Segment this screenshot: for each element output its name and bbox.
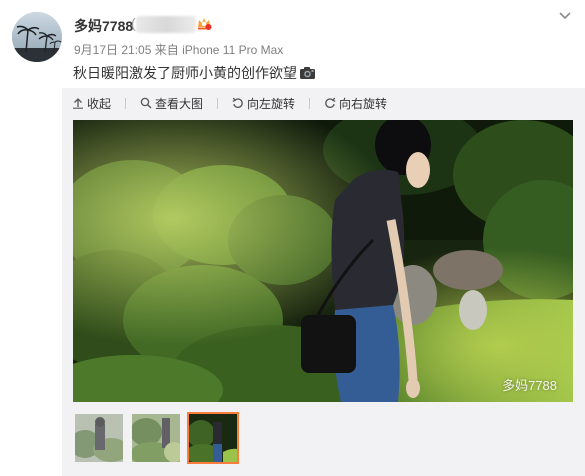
- chevron-down-icon[interactable]: [558, 11, 572, 21]
- rotate-right-label: 向右旋转: [339, 96, 388, 111]
- handle-paren: (: [131, 15, 136, 31]
- avatar[interactable]: [12, 12, 62, 62]
- blurred-handle: [136, 16, 196, 33]
- author-name[interactable]: 多妈7788: [74, 16, 133, 36]
- rotate-right-button[interactable]: 向右旋转: [324, 95, 387, 112]
- toolbar-divider: [309, 97, 311, 109]
- toolbar-divider: [217, 97, 219, 109]
- zoom-search-icon: [140, 97, 152, 109]
- vip-crown-icon[interactable]: [196, 15, 212, 31]
- collapse-button[interactable]: 收起: [72, 95, 111, 112]
- post-source-label: 来自: [154, 43, 179, 57]
- thumbnail-1[interactable]: [73, 412, 125, 464]
- media-panel: 收起 查看大图 向左旋转 向右旋转 多妈7788: [62, 88, 585, 476]
- rotate-right-icon: [325, 97, 336, 108]
- thumbnail-3-active[interactable]: [187, 412, 239, 464]
- post-text-content: 秋日暖阳激发了厨师小黄的创作欲望: [73, 65, 297, 81]
- collapse-up-icon: [73, 98, 83, 109]
- post-header: 多妈7788 ( 9月17日 21:05 来自 iPhone 11 Pro Ma…: [0, 0, 585, 90]
- thumbnail-strip: [73, 412, 244, 464]
- view-large-label: 查看大图: [155, 96, 204, 111]
- post-text: 秋日暖阳激发了厨师小黄的创作欲望: [73, 63, 316, 83]
- thumbnail-2[interactable]: [130, 412, 182, 464]
- camera-emoji-icon: [300, 67, 315, 79]
- rotate-left-label: 向左旋转: [247, 96, 296, 111]
- view-large-button[interactable]: 查看大图: [140, 95, 203, 112]
- thumbnail-image: [189, 414, 237, 462]
- thumbnail-image: [132, 414, 180, 462]
- toolbar-divider: [125, 97, 127, 109]
- thumbnail-image: [75, 414, 123, 462]
- rotate-left-icon: [232, 97, 243, 108]
- media-toolbar: 收起 查看大图 向左旋转 向右旋转: [72, 95, 401, 111]
- collapse-label: 收起: [87, 96, 112, 111]
- rotate-left-button[interactable]: 向左旋转: [232, 95, 295, 112]
- avatar-palm-image: [12, 12, 62, 62]
- post-timestamp[interactable]: 9月17日 21:05: [74, 43, 151, 57]
- garden-photo-image: [73, 120, 573, 402]
- post-device: iPhone 11 Pro Max: [182, 43, 284, 57]
- main-photo[interactable]: 多妈7788: [73, 120, 573, 402]
- post-meta: 9月17日 21:05 来自 iPhone 11 Pro Max: [74, 41, 283, 58]
- photo-watermark: 多妈7788: [502, 378, 557, 393]
